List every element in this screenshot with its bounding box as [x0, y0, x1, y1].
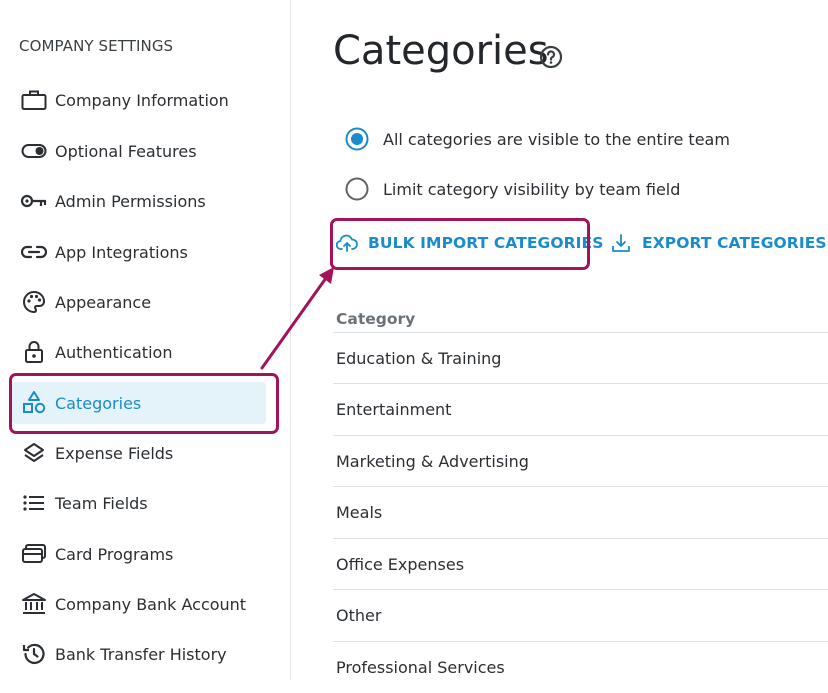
- table-row[interactable]: Meals: [333, 486, 828, 538]
- bank-icon: [19, 592, 49, 616]
- bulk-import-categories-button[interactable]: BULK IMPORT CATEGORIES: [336, 232, 604, 254]
- sidebar-item-label: Appearance: [55, 292, 152, 312]
- sidebar-item-label: Admin Permissions: [55, 191, 206, 211]
- table-row[interactable]: Marketing & Advertising: [333, 435, 828, 487]
- history-icon: [19, 642, 49, 666]
- category-name: Education & Training: [336, 349, 502, 368]
- category-name: Marketing & Advertising: [336, 452, 529, 471]
- sidebar-item-label: Categories: [55, 393, 142, 413]
- sidebar-item-company-information[interactable]: Company Information: [12, 79, 266, 121]
- shapes-icon: [19, 391, 49, 415]
- sidebar-item-card-programs[interactable]: Card Programs: [12, 533, 266, 575]
- download-icon: [610, 232, 632, 254]
- category-column-header: Category: [336, 310, 416, 328]
- sidebar-section-title: COMPANY SETTINGS: [19, 37, 174, 55]
- sidebar-item-label: Bank Transfer History: [55, 644, 227, 664]
- sidebar-item-label: App Integrations: [55, 242, 188, 262]
- list-icon: [19, 491, 49, 515]
- sidebar-item-optional-features[interactable]: Optional Features: [12, 130, 266, 172]
- bulk-import-label: BULK IMPORT CATEGORIES: [368, 234, 604, 252]
- briefcase-icon: [19, 88, 49, 112]
- sidebar-item-label: Authentication: [55, 342, 173, 362]
- main-content: Categories All categories are visible to…: [291, 0, 828, 680]
- sidebar-item-expense-fields[interactable]: Expense Fields: [12, 432, 266, 474]
- sidebar-item-team-fields[interactable]: Team Fields: [12, 482, 266, 524]
- sidebar-item-label: Expense Fields: [55, 443, 174, 463]
- table-row[interactable]: Professional Services: [333, 641, 828, 693]
- table-row[interactable]: Office Expenses: [333, 538, 828, 590]
- category-name: Professional Services: [336, 658, 505, 677]
- palette-icon: [19, 290, 49, 314]
- settings-sidebar: COMPANY SETTINGS Company Information Opt…: [0, 0, 291, 680]
- sidebar-item-authentication[interactable]: Authentication: [12, 331, 266, 373]
- radio-label: Limit category visibility by team field: [383, 179, 681, 199]
- sidebar-item-label: Team Fields: [55, 493, 148, 513]
- category-name: Office Expenses: [336, 555, 465, 574]
- link-icon: [19, 240, 49, 264]
- radio-selected-icon[interactable]: [345, 127, 369, 151]
- cloud-upload-icon: [336, 232, 358, 254]
- toggle-icon: [19, 139, 49, 163]
- sidebar-item-company-bank-account[interactable]: Company Bank Account: [12, 583, 266, 625]
- page-title: Categories: [333, 28, 549, 74]
- radio-unselected-icon[interactable]: [345, 177, 369, 201]
- sidebar-item-appearance[interactable]: Appearance: [12, 281, 266, 323]
- sidebar-item-app-integrations[interactable]: App Integrations: [12, 231, 266, 273]
- visibility-option-team-field[interactable]: Limit category visibility by team field: [345, 177, 680, 201]
- lock-icon: [19, 340, 49, 364]
- export-label: EXPORT CATEGORIES: [642, 234, 827, 252]
- table-row[interactable]: Education & Training: [333, 332, 828, 384]
- category-name: Entertainment: [336, 400, 452, 419]
- sidebar-item-categories[interactable]: Categories: [12, 382, 266, 424]
- layers-icon: [19, 441, 49, 465]
- sidebar-item-label: Company Information: [55, 90, 229, 110]
- key-icon: [19, 189, 49, 213]
- export-categories-button[interactable]: EXPORT CATEGORIES: [610, 232, 827, 254]
- sidebar-item-bank-transfer-history[interactable]: Bank Transfer History: [12, 633, 266, 675]
- cards-icon: [19, 542, 49, 566]
- radio-label: All categories are visible to the entire…: [383, 129, 730, 149]
- sidebar-item-admin-permissions[interactable]: Admin Permissions: [12, 180, 266, 222]
- table-row[interactable]: Other: [333, 589, 828, 641]
- sidebar-item-label: Card Programs: [55, 544, 174, 564]
- visibility-option-entire-team[interactable]: All categories are visible to the entire…: [345, 127, 730, 151]
- help-icon[interactable]: [539, 45, 563, 73]
- category-name: Meals: [336, 503, 383, 522]
- table-row[interactable]: Entertainment: [333, 383, 828, 435]
- category-name: Other: [336, 606, 382, 625]
- sidebar-item-label: Optional Features: [55, 141, 197, 161]
- sidebar-item-label: Company Bank Account: [55, 594, 247, 614]
